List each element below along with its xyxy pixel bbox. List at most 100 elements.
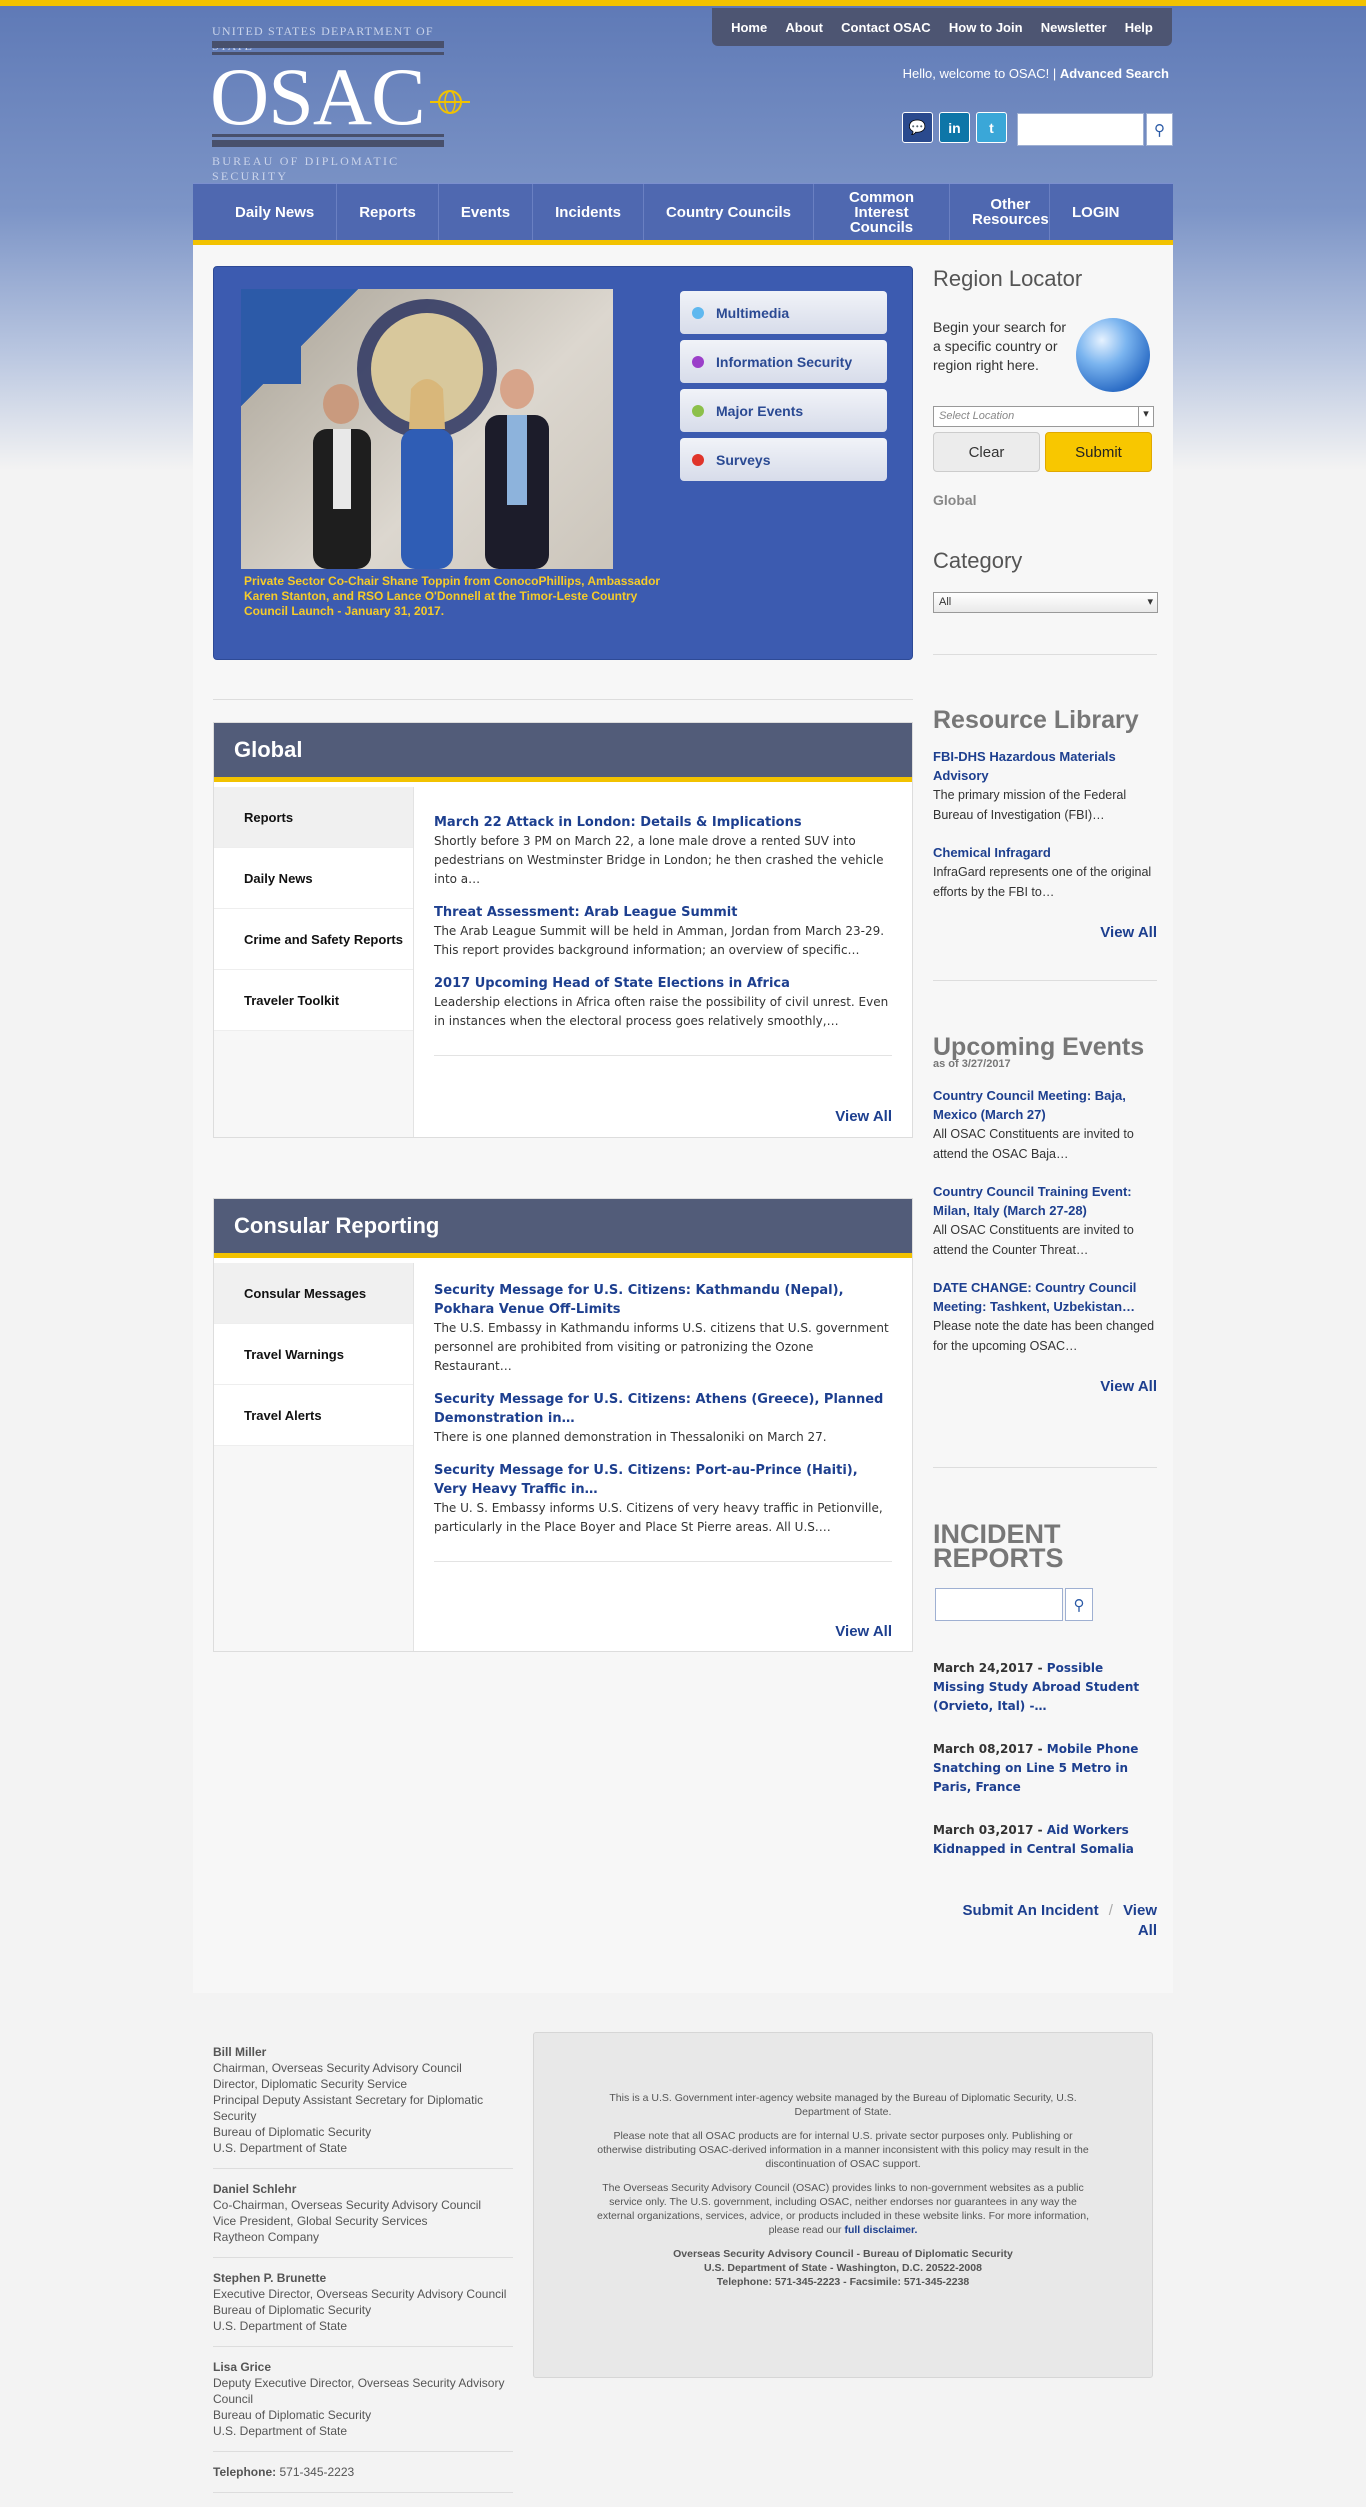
nav-login[interactable]: LOGIN	[1050, 184, 1142, 241]
osac-logo[interactable]: UNITED STATES DEPARTMENT OF STATE OSAC B…	[210, 24, 472, 183]
disclaimer-text: Please note that all OSAC products are f…	[597, 2130, 1089, 2170]
phone-label: Telephone:	[213, 2465, 277, 2479]
person-line: Bureau of Diplomatic Security	[213, 2408, 372, 2422]
global-box-articles: March 22 Attack in London: Details & Imp…	[434, 787, 892, 1056]
nav-reports[interactable]: Reports	[337, 183, 439, 241]
logo-bar-bottom-thin	[212, 134, 444, 137]
nav-country-councils[interactable]: Country Councils	[644, 183, 814, 241]
consular-view-all-link[interactable]: View All	[835, 1623, 892, 1640]
nav-newsletter[interactable]: Newsletter	[1041, 20, 1107, 35]
search-icon[interactable]: ⚲	[1065, 1588, 1093, 1621]
tab-traveler-toolkit[interactable]: Traveler Toolkit	[214, 970, 413, 1031]
tab-travel-warnings[interactable]: Travel Warnings	[214, 1324, 413, 1385]
person-line: Bureau of Diplomatic Security	[213, 2303, 372, 2317]
nav-daily-news[interactable]: Daily News	[213, 183, 338, 241]
tab-consular-messages[interactable]: Consular Messages	[214, 1263, 413, 1324]
person-line: Executive Director, Overseas Security Ad…	[213, 2287, 507, 2301]
incident-date: March 24,2017 -	[933, 1661, 1043, 1675]
event-title[interactable]: Country Council Meeting: Baja, Mexico (M…	[933, 1086, 1157, 1124]
person-line: U.S. Department of State	[213, 2424, 348, 2438]
linkedin-icon[interactable]: in	[939, 112, 970, 143]
article-title[interactable]: Security Message for U.S. Citizens: Athe…	[434, 1390, 892, 1428]
slider-tab-multimedia[interactable]: Multimedia	[680, 291, 887, 334]
person-name: Bill Miller	[213, 2045, 267, 2059]
person-line: Director, Diplomatic Security Service	[213, 2077, 408, 2091]
nav-events[interactable]: Events	[439, 183, 534, 241]
footer-address: Overseas Security Advisory Council - Bur…	[594, 2247, 1092, 2289]
resource-title[interactable]: Chemical Infragard	[933, 843, 1157, 862]
logo-wordmark: OSAC	[210, 51, 426, 142]
category-select[interactable]: All	[933, 592, 1158, 613]
global-link[interactable]: Global	[933, 492, 977, 508]
advanced-search-link[interactable]: Advanced Search	[1060, 66, 1169, 81]
nav-home[interactable]: Home	[731, 20, 767, 35]
submit-incident-link[interactable]: Submit An Incident	[962, 1902, 1098, 1919]
nav-contact[interactable]: Contact OSAC	[841, 20, 931, 35]
article-title[interactable]: Threat Assessment: Arab League Summit	[434, 903, 892, 922]
resource-library: Resource Library FBI-DHS Hazardous Mater…	[933, 707, 1157, 941]
address-line: U.S. Department of State - Washington, D…	[704, 2262, 982, 2274]
divider	[434, 1055, 892, 1056]
nav-how-to-join[interactable]: How to Join	[949, 20, 1023, 35]
nav-common-interest-councils[interactable]: Common Interest Councils	[814, 183, 950, 241]
slider-tab-label: Information Security	[716, 353, 853, 370]
slider-tab-label: Major Events	[716, 402, 804, 419]
person-name: Daniel Schlehr	[213, 2182, 297, 2196]
slider-tab-surveys[interactable]: Surveys	[680, 438, 887, 481]
list-item: DATE CHANGE: Country Council Meeting: Ta…	[933, 1278, 1157, 1356]
person-line: U.S. Department of State	[213, 2319, 348, 2333]
incident-search-input[interactable]	[935, 1588, 1063, 1621]
chat-icon[interactable]: 💬	[902, 112, 933, 143]
divider	[933, 654, 1157, 655]
blue-dot-icon	[692, 306, 704, 319]
person-line: Deputy Executive Director, Overseas Secu…	[213, 2376, 505, 2406]
incidents-view-all-link[interactable]: View All	[1123, 1902, 1157, 1939]
event-title[interactable]: DATE CHANGE: Country Council Meeting: Ta…	[933, 1278, 1157, 1316]
event-title[interactable]: Country Council Training Event: Milan, I…	[933, 1182, 1157, 1220]
article-title[interactable]: March 22 Attack in London: Details & Imp…	[434, 813, 892, 832]
location-select[interactable]: Select Location	[933, 406, 1154, 427]
resource-view-all-link[interactable]: View All	[933, 924, 1157, 941]
phone-value: 571-345-2223	[279, 2465, 355, 2479]
global-view-all-link[interactable]: View All	[835, 1108, 892, 1125]
full-disclaimer-link[interactable]: full disclaimer.	[844, 2224, 917, 2236]
submit-button[interactable]: Submit	[1045, 432, 1152, 472]
list-item: Security Message for U.S. Citizens: Kath…	[434, 1281, 892, 1376]
article-title[interactable]: Security Message for U.S. Citizens: Kath…	[434, 1281, 892, 1319]
slider-tab-information-security[interactable]: Information Security	[680, 340, 887, 383]
logo-bar-top	[212, 41, 444, 48]
incident-reports: INCIDENT REPORTS ⚲ March 24,2017 - Possi…	[933, 1521, 1157, 1941]
main-nav: Daily News Reports Events Incidents Coun…	[193, 183, 1173, 241]
article-title[interactable]: Security Message for U.S. Citizens: Port…	[434, 1461, 892, 1499]
search-icon[interactable]: ⚲	[1146, 113, 1173, 146]
nav-other-resources[interactable]: Other Resources	[950, 183, 1050, 241]
global-box: Global Reports Daily News Crime and Safe…	[213, 722, 913, 1138]
resource-title[interactable]: FBI-DHS Hazardous Materials Advisory	[933, 747, 1157, 785]
welcome-message: Hello, welcome to OSAC! | Advanced Searc…	[903, 66, 1169, 81]
events-view-all-link[interactable]: View All	[933, 1378, 1157, 1395]
social-links: 💬 in t	[902, 112, 1007, 143]
nav-help[interactable]: Help	[1125, 20, 1153, 35]
article-desc: The Arab League Summit will be held in A…	[434, 924, 885, 957]
global-box-tabs: Reports Daily News Crime and Safety Repo…	[214, 787, 414, 1137]
footer-contacts: Bill Miller Chairman, Overseas Security …	[213, 2044, 513, 2505]
tab-crime-safety-reports[interactable]: Crime and Safety Reports	[214, 909, 413, 970]
disclaimer-paragraph: The Overseas Security Advisory Council (…	[594, 2181, 1092, 2237]
tab-daily-news[interactable]: Daily News	[214, 848, 413, 909]
nav-about[interactable]: About	[785, 20, 823, 35]
person-line: Co-Chairman, Overseas Security Advisory …	[213, 2198, 482, 2212]
article-title[interactable]: 2017 Upcoming Head of State Elections in…	[434, 974, 892, 993]
disclaimer-text: The Overseas Security Advisory Council (…	[597, 2182, 1089, 2236]
tab-reports[interactable]: Reports	[214, 787, 413, 848]
logo-dept-text: UNITED STATES DEPARTMENT OF STATE	[212, 24, 434, 53]
feature-photo[interactable]	[241, 289, 613, 569]
footer-person: Stephen P. Brunette Executive Director, …	[213, 2270, 513, 2347]
slider-tab-major-events[interactable]: Major Events	[680, 389, 887, 432]
clear-button[interactable]: Clear	[933, 432, 1040, 472]
footer-person: Bill Miller Chairman, Overseas Security …	[213, 2044, 513, 2169]
twitter-icon[interactable]: t	[976, 112, 1007, 143]
site-search-input[interactable]	[1017, 113, 1144, 146]
tab-travel-alerts[interactable]: Travel Alerts	[214, 1385, 413, 1446]
nav-incidents[interactable]: Incidents	[533, 183, 644, 241]
consular-box: Consular Reporting Consular Messages Tra…	[213, 1198, 913, 1652]
